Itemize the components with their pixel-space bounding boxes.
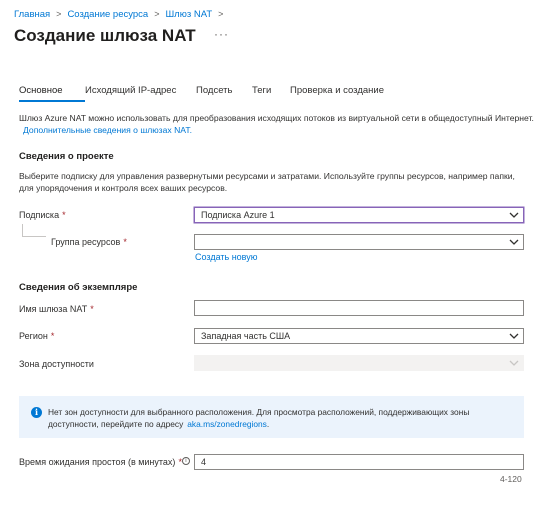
project-details-description: Выберите подписку для управления разверн… [19,171,515,193]
chevron-down-icon [509,333,519,339]
breadcrumb: Главная > Создание ресурса > Шлюз NAT > [14,8,229,20]
zoned-regions-link[interactable]: aka.ms/zonedregions [187,419,267,429]
page-title: Создание шлюза NAT [14,26,196,45]
region-dropdown[interactable]: Западная часть США [194,328,524,344]
region-value: Западная часть США [201,331,291,341]
breadcrumb-separator-icon: > [218,9,224,19]
chevron-down-icon [509,239,519,245]
subscription-label: Подписка * [19,210,66,220]
chevron-down-icon [509,360,519,366]
breadcrumb-separator-icon: > [56,9,62,19]
breadcrumb-separator-icon: > [154,9,160,19]
tab-basics[interactable]: Основное [19,85,85,102]
resource-group-label: Группа ресурсов * [51,237,127,247]
availability-zone-dropdown [194,355,524,371]
tab-tags[interactable]: Теги [252,85,290,102]
learn-more-link[interactable]: Дополнительные сведения о шлюзах NAT. [23,124,192,136]
tab-review-create[interactable]: Проверка и создание [290,85,384,102]
tab-outbound-ip[interactable]: Исходящий IP-адрес [85,85,196,102]
more-options-button[interactable]: ··· [214,27,229,41]
required-marker: * [50,331,55,341]
tab-bar: Основное Исходящий IP-адрес Подсеть Теги… [19,85,384,102]
region-label: Регион * [19,331,55,341]
breadcrumb-create-resource[interactable]: Создание ресурса [67,9,148,20]
nat-name-input[interactable] [194,300,524,316]
resource-group-dropdown[interactable] [194,234,524,250]
idle-timeout-range: 4-120 [500,474,522,484]
intro-text: Шлюз Azure NAT можно использовать для пр… [19,112,539,136]
chevron-down-icon [509,212,519,218]
tree-connector [22,224,46,237]
info-icon: i [31,407,42,418]
idle-timeout-input[interactable]: 4 [194,454,524,470]
info-tooltip-icon[interactable]: i [182,457,190,465]
intro-description: Шлюз Azure NAT можно использовать для пр… [19,113,534,123]
idle-timeout-label: Время ожидания простоя (в минутах) * [19,457,182,467]
breadcrumb-nat-gateway[interactable]: Шлюз NAT [165,9,212,20]
subscription-dropdown[interactable]: Подписка Azure 1 [194,207,524,223]
tab-subnet[interactable]: Подсеть [196,85,252,102]
availability-zone-label: Зона доступности [19,359,94,369]
required-marker: * [62,210,66,220]
required-marker: * [123,237,127,247]
info-banner: i Нет зон доступности для выбранного рас… [19,396,524,438]
nat-name-label: Имя шлюза NAT * [19,304,94,314]
subscription-value: Подписка Azure 1 [201,210,275,220]
info-text: Нет зон доступности для выбранного распо… [48,407,470,429]
required-marker: * [90,304,94,314]
create-new-resource-group-link[interactable]: Создать новую [195,252,258,262]
instance-details-heading: Сведения об экземпляре [19,282,138,293]
breadcrumb-home[interactable]: Главная [14,9,50,20]
idle-timeout-value: 4 [201,457,207,467]
project-details-heading: Сведения о проекте [19,151,114,162]
